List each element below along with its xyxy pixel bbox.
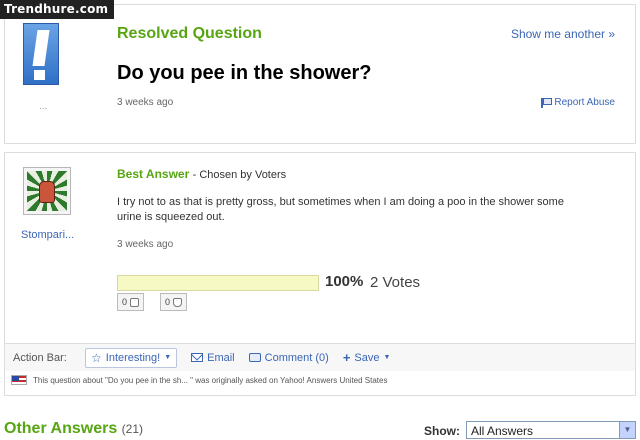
comment-label: Comment (0) <box>264 351 329 364</box>
thumbs-down-icon <box>173 297 183 307</box>
flag-icon <box>541 97 553 108</box>
show-filter-select[interactable]: All Answers ▼ <box>466 421 636 439</box>
other-answers-heading: Other Answers (21) <box>4 420 143 438</box>
question-title: Do you pee in the shower? <box>117 62 372 84</box>
answerer-name-link[interactable]: Stompari... <box>21 229 74 241</box>
comment-button[interactable]: Comment (0) <box>248 351 329 364</box>
vote-progress-fill <box>118 276 318 290</box>
thumbs-up-count: 0 <box>122 297 128 307</box>
email-icon <box>191 353 204 362</box>
thumbs-up-button[interactable]: 0 <box>117 293 145 311</box>
origin-note-text: This question about "Do you pee in the s… <box>33 375 388 385</box>
asker-avatar[interactable] <box>23 23 59 85</box>
action-bar: Action Bar: ☆ Interesting! ▼ Email Comme… <box>5 343 635 371</box>
chevron-down-icon[interactable]: ▼ <box>619 422 635 438</box>
thumbs-down-count: 0 <box>165 297 171 307</box>
show-filter-value: All Answers <box>471 424 534 438</box>
interesting-button[interactable]: ☆ Interesting! ▼ <box>85 347 178 368</box>
comment-icon <box>248 353 261 362</box>
interesting-label: Interesting! <box>105 351 161 364</box>
answerer-avatar[interactable] <box>23 167 71 215</box>
exclamation-icon <box>32 30 50 66</box>
watermark: Trendhure.com <box>0 0 115 19</box>
chevron-down-icon: ▼ <box>383 354 391 361</box>
thumbs-down-button[interactable]: 0 <box>160 293 188 311</box>
vote-progress-bar <box>117 275 319 291</box>
chevron-down-icon: ▼ <box>164 354 172 361</box>
vote-percentage: 100% <box>325 273 364 290</box>
best-answer-heading: Best Answer - Chosen by Voters <box>117 167 286 181</box>
action-bar-label: Action Bar: <box>13 351 67 364</box>
show-filter-label: Show: <box>424 424 460 438</box>
question-panel: ... Resolved Question Show me another » … <box>4 4 636 144</box>
email-label: Email <box>207 351 235 364</box>
save-button[interactable]: + Save ▼ <box>343 350 391 365</box>
vote-count: 2 Votes <box>370 274 421 291</box>
report-abuse-link[interactable]: Report Abuse <box>541 97 615 108</box>
thumbs-up-icon <box>130 297 140 307</box>
us-flag-icon <box>11 375 27 385</box>
email-button[interactable]: Email <box>191 352 235 364</box>
origin-note: This question about "Do you pee in the s… <box>5 375 635 385</box>
save-label: Save <box>354 351 380 364</box>
chosen-by-label: - Chosen by Voters <box>192 169 287 181</box>
plus-icon: + <box>342 350 351 365</box>
question-status: Resolved Question <box>117 25 262 42</box>
best-answer-panel: Stompari... Best Answer - Chosen by Vote… <box>4 152 636 396</box>
show-another-link[interactable]: Show me another » <box>511 27 615 41</box>
answer-timestamp: 3 weeks ago <box>117 239 174 250</box>
best-answer-label: Best Answer <box>117 167 190 181</box>
answer-text: I try not to as that is pretty gross, bu… <box>117 196 564 223</box>
star-icon: ☆ <box>91 350 102 365</box>
other-answers-count: (21) <box>121 422 144 436</box>
asker-name[interactable]: ... <box>39 101 47 112</box>
raised-fist-icon <box>39 181 55 203</box>
question-timestamp: 3 weeks ago <box>117 97 174 108</box>
other-answers-title: Other Answers <box>4 420 118 437</box>
report-abuse-label: Report Abuse <box>554 97 615 108</box>
